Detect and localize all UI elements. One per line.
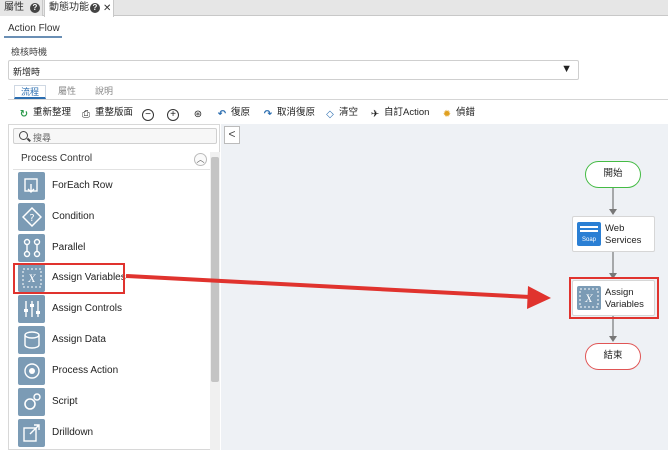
redo-button[interactable]: ↷ 取消復原 bbox=[262, 104, 315, 122]
reset-layout-label: 重整版面 bbox=[95, 107, 134, 118]
group-header[interactable]: Process Control ︿ bbox=[13, 148, 215, 170]
refresh-label: 重新整理 bbox=[33, 107, 72, 118]
custom-action-button[interactable]: ✈ 自訂Action bbox=[369, 104, 430, 122]
clear-button[interactable]: ◇ 清空 bbox=[324, 104, 358, 122]
tab-properties-label: 屬性 bbox=[4, 2, 24, 13]
custom-action-icon: ✈ bbox=[370, 109, 380, 120]
script-icon bbox=[18, 388, 45, 416]
zoom-in-icon: + bbox=[167, 109, 179, 121]
help-icon[interactable]: ? bbox=[30, 3, 40, 13]
palette-item[interactable]: Script bbox=[16, 387, 208, 418]
undo-button[interactable]: ↶ 復原 bbox=[216, 104, 250, 122]
panel-title: Action Flow bbox=[4, 22, 62, 38]
flow-node-web-services[interactable]: Soap Web Services bbox=[572, 216, 655, 252]
palette-item-label: Parallel bbox=[52, 242, 86, 253]
node-label-line1: Web bbox=[605, 223, 625, 234]
eraser-icon: ◇ bbox=[326, 109, 334, 120]
foreach-icon bbox=[18, 172, 45, 200]
palette-item[interactable]: Process Action bbox=[16, 356, 208, 387]
highlight-box-palette bbox=[13, 263, 125, 294]
highlight-box-canvas bbox=[569, 277, 659, 319]
divider bbox=[8, 99, 668, 100]
assign-controls-icon bbox=[18, 295, 45, 323]
refresh-icon: ↻ bbox=[19, 109, 29, 120]
zoom-out-icon: − bbox=[142, 109, 154, 121]
reset-panel-icon: ⎙ bbox=[82, 109, 90, 120]
flow-start-node[interactable]: 開始 bbox=[585, 161, 641, 188]
parallel-icon bbox=[18, 234, 45, 262]
timing-select-value: 新增時 bbox=[13, 67, 41, 77]
collapse-panel-button[interactable]: < bbox=[224, 126, 240, 144]
search-input[interactable]: 搜尋 bbox=[13, 128, 217, 144]
node-label-line2: Services bbox=[605, 235, 642, 246]
tab-description[interactable]: 說明 bbox=[86, 85, 122, 99]
fit-icon: ⊛ bbox=[193, 109, 203, 120]
palette-item-label: Assign Controls bbox=[52, 303, 123, 314]
palette-item[interactable]: Parallel bbox=[16, 233, 208, 264]
soap-icon-graphic: Soap bbox=[580, 226, 598, 243]
undo-icon: ↶ bbox=[217, 109, 227, 120]
flow-end-node[interactable]: 結束 bbox=[585, 343, 641, 370]
soap-icon-text: Soap bbox=[582, 237, 597, 243]
app-window: 屬性 ? 動態功能 ? ✕ Action Flow 檢核時機 新增時 ▼ 流程 … bbox=[0, 0, 668, 450]
palette-item-label: ForEach Row bbox=[52, 180, 113, 191]
field-label: 檢核時機 bbox=[11, 47, 48, 57]
tab-flow[interactable]: 流程 bbox=[14, 85, 46, 99]
tab-properties[interactable]: 屬性 ? bbox=[0, 0, 43, 16]
palette-item[interactable]: Assign Controls bbox=[16, 294, 208, 325]
condition-icon: ? bbox=[18, 203, 45, 231]
refresh-button[interactable]: ↻ 重新整理 bbox=[18, 104, 71, 122]
search-placeholder: 搜尋 bbox=[33, 133, 52, 143]
debug-icon: ✹ bbox=[442, 109, 452, 120]
collapse-group-icon[interactable]: ︿ bbox=[194, 153, 207, 166]
node-label: Web Services bbox=[605, 223, 641, 247]
tab-dynamic[interactable]: 動態功能 ? ✕ bbox=[44, 0, 114, 17]
zoom-out-button[interactable]: − bbox=[142, 104, 154, 122]
zoom-in-button[interactable]: + bbox=[167, 104, 179, 122]
palette-item-label: Assign Data bbox=[52, 334, 106, 345]
palette-item-label: Drilldown bbox=[52, 427, 94, 438]
palette-scrollbar[interactable] bbox=[210, 152, 220, 450]
help-icon[interactable]: ? bbox=[90, 3, 100, 13]
fit-button[interactable]: ⊛ bbox=[192, 104, 207, 122]
scroll-thumb[interactable] bbox=[211, 157, 219, 382]
assign-data-icon bbox=[18, 326, 45, 354]
reset-layout-button[interactable]: ⎙ 重整版面 bbox=[80, 104, 133, 122]
soap-icon: Soap bbox=[577, 222, 601, 246]
palette-item-label: Condition bbox=[52, 211, 95, 222]
tab-dynamic-label: 動態功能 bbox=[49, 2, 89, 13]
process-action-icon bbox=[18, 357, 45, 385]
palette-item[interactable]: Drilldown bbox=[16, 418, 208, 449]
svg-text:?: ? bbox=[29, 213, 34, 224]
chevron-left-icon: < bbox=[228, 127, 236, 141]
palette-item-label: Process Action bbox=[52, 365, 119, 376]
palette-item[interactable]: ? Condition bbox=[16, 202, 208, 233]
debug-label: 偵錯 bbox=[456, 107, 476, 118]
undo-label: 復原 bbox=[231, 107, 251, 118]
redo-label: 取消復原 bbox=[277, 107, 316, 118]
search-icon bbox=[19, 131, 28, 140]
clear-label: 清空 bbox=[339, 107, 359, 118]
tab-attributes[interactable]: 屬性 bbox=[50, 85, 84, 99]
drilldown-icon bbox=[18, 419, 45, 447]
palette-item-label: Script bbox=[52, 396, 78, 407]
redo-icon: ↷ bbox=[263, 109, 273, 120]
close-icon[interactable]: ✕ bbox=[103, 1, 111, 17]
toolbar: ↻ 重新整理 ⎙ 重整版面 − + ⊛ ↶ 復原 ↷ 取消復原 ◇ 清空 ✈ 自訂Actio… bbox=[14, 104, 664, 124]
debug-button[interactable]: ✹ 偵錯 bbox=[441, 104, 475, 122]
caret-down-icon: ▼ bbox=[561, 63, 572, 75]
palette-item[interactable]: Assign Data bbox=[16, 325, 208, 356]
palette-item[interactable]: ForEach Row bbox=[16, 171, 208, 202]
custom-action-label: 自訂Action bbox=[384, 107, 430, 118]
group-title: Process Control bbox=[21, 153, 93, 164]
timing-select[interactable]: 新增時 ▼ bbox=[8, 60, 579, 80]
top-tab-bar: 屬性 ? 動態功能 ? ✕ bbox=[0, 0, 668, 17]
